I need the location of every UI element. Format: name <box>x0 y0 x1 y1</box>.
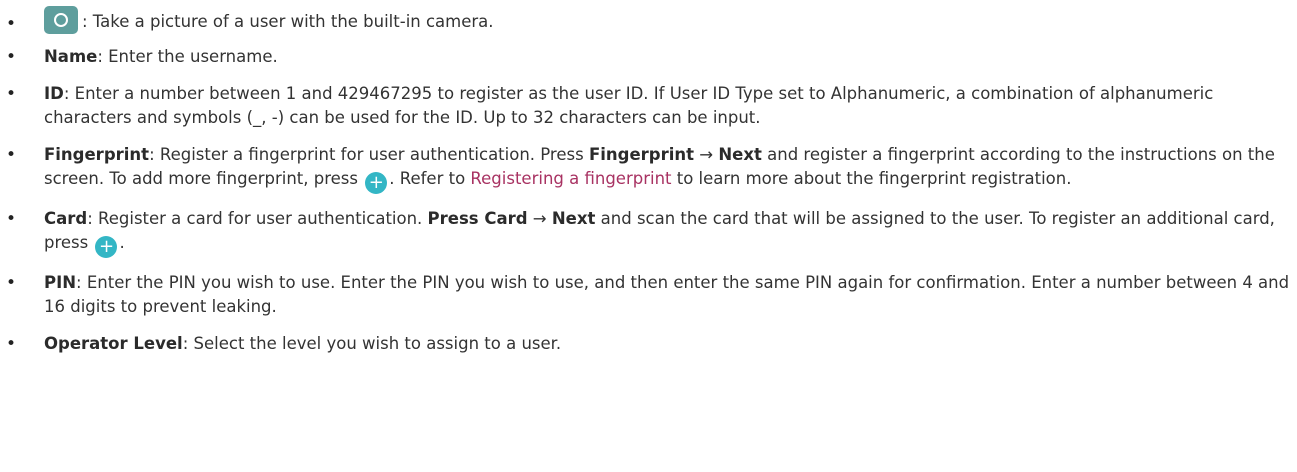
name-description: : Enter the username. <box>97 47 278 66</box>
id-description: : Enter a number between 1 and 429467295… <box>44 84 1214 127</box>
card-text-1: : Register a card for user authenticatio… <box>87 209 428 228</box>
term-pin: PIN <box>44 273 77 292</box>
arrow: → <box>527 209 552 228</box>
plus-icon: + <box>95 236 118 258</box>
fingerprint-text-3: . Refer to <box>389 169 471 188</box>
user-fields-list: : Take a picture of a user with the buil… <box>0 0 1297 356</box>
list-item-operator-level: Operator Level: Select the level you wis… <box>0 332 1297 356</box>
term-id: ID <box>44 84 64 103</box>
list-item-camera: : Take a picture of a user with the buil… <box>0 6 1297 39</box>
camera-description: : Take a picture of a user with the buil… <box>82 12 494 31</box>
list-item-name: Name: Enter the username. <box>0 45 1297 69</box>
arrow: → <box>694 145 719 164</box>
fingerprint-bold-next: Next <box>718 145 762 164</box>
fingerprint-text-1: : Register a fingerprint for user authen… <box>149 145 589 164</box>
card-bold-next: Next <box>551 209 596 228</box>
list-item-card: Card: Register a card for user authentic… <box>0 207 1297 258</box>
term-fingerprint: Fingerprint <box>44 145 150 164</box>
list-item-fingerprint: Fingerprint: Register a fingerprint for … <box>0 143 1297 194</box>
operator-level-description: : Select the level you wish to assign to… <box>182 334 562 353</box>
term-operator-level: Operator Level <box>44 334 183 353</box>
list-item-id: ID: Enter a number between 1 and 4294672… <box>0 82 1297 130</box>
card-text-3: . <box>119 233 125 252</box>
term-name: Name <box>44 47 98 66</box>
camera-icon <box>44 6 78 34</box>
card-bold-press-card: Press Card <box>427 209 528 228</box>
term-card: Card <box>44 209 88 228</box>
pin-description: : Enter the PIN you wish to use. Enter t… <box>44 273 1290 316</box>
list-item-pin: PIN: Enter the PIN you wish to use. Ente… <box>0 271 1297 319</box>
plus-icon: + <box>365 172 388 194</box>
registering-fingerprint-link[interactable]: Registering a fingerprint <box>470 169 671 188</box>
fingerprint-bold-fingerprint: Fingerprint <box>588 145 695 164</box>
fingerprint-text-4: to learn more about the fingerprint regi… <box>671 169 1072 188</box>
